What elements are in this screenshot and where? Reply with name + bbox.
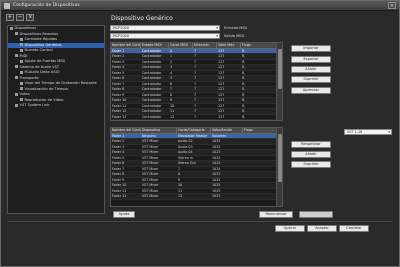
- page-title: Dispositivo Genérico: [111, 15, 173, 22]
- table-body: Fader 1 Ninguno Mezclador Master Volumen Fad…: [111, 133, 276, 200]
- device-icon: [20, 59, 23, 63]
- table-row[interactable]: Fader 13 Controlador 12 7 127 R,: [111, 114, 276, 120]
- table-cell: 12: [178, 194, 183, 198]
- bank-assignments-table: Nombre del Control Dispositivo Canal/Categ…: [110, 127, 283, 207]
- table-cell: [243, 194, 278, 200]
- apply-button-top[interactable]: [299, 211, 333, 218]
- tree-item-label: Vídeo: [19, 92, 30, 96]
- tree-item-label: Dispositivo Genérico: [24, 42, 62, 47]
- table-scrollbar[interactable]: [276, 43, 282, 120]
- apply-button[interactable]: Aplicar: [275, 225, 305, 232]
- remove-device-button[interactable]: −: [16, 14, 25, 21]
- device-icon: [20, 37, 23, 41]
- table-cell: Fader 12: [112, 194, 127, 198]
- chevron-down-icon: ▾: [216, 34, 218, 38]
- control-button[interactable]: Suprimir: [291, 76, 331, 83]
- table-cell: Controlador: [142, 114, 162, 119]
- midi-output-value: MCP2000: [113, 34, 129, 38]
- bank-select-value: VST 1-16: [347, 130, 363, 134]
- title-bar[interactable]: Configuración de Dispositivos ×: [1, 1, 399, 11]
- device-icon: [20, 43, 23, 46]
- midi-input-select[interactable]: MCP2000 ▾: [110, 25, 220, 31]
- tree-item-label: Transporte: [19, 75, 39, 80]
- device-icon: [15, 32, 18, 35]
- control-button[interactable]: Exportar: [291, 56, 331, 63]
- table-cell: 1025: [212, 194, 221, 198]
- tree-item-label: Nuendo Control: [24, 48, 53, 52]
- reset-device-button[interactable]: x: [26, 14, 35, 21]
- bank-select[interactable]: VST 1-16 ▾: [344, 129, 392, 135]
- device-icon: [15, 54, 18, 57]
- tree-item-label: Dispositivos: [14, 26, 37, 30]
- control-button[interactable]: Aprender: [291, 87, 331, 94]
- control-button[interactable]: Importar: [291, 45, 331, 52]
- tree-item-label: M-Audio Delta ASIO: [24, 70, 60, 74]
- bank-button[interactable]: Renombrar: [291, 141, 331, 148]
- device-icon: [20, 48, 23, 52]
- ok-button[interactable]: Aceptar: [307, 225, 337, 232]
- scrollbar-thumb[interactable]: [278, 134, 282, 182]
- table-cell: 12: [170, 114, 175, 119]
- midi-output-select[interactable]: MCP2000 ▾: [110, 33, 220, 39]
- tree-item[interactable]: VST System Link: [8, 103, 104, 109]
- table-cell: R,: [242, 114, 246, 119]
- device-icon: [20, 87, 23, 90]
- table-cell: 7: [194, 114, 197, 119]
- device-icon: [10, 26, 13, 30]
- device-setup-window: Configuración de Dispositivos × + − x Di…: [0, 0, 400, 267]
- table-cell: VST Mixer: [142, 194, 159, 198]
- device-icon: [20, 81, 23, 85]
- divider: [7, 221, 393, 222]
- device-tree: Dispositivos Dispositivos Remotos Controle…: [7, 25, 105, 214]
- device-icon: [15, 65, 18, 68]
- tree-item-label: Reproductor de Vídeo: [24, 97, 64, 102]
- chevron-down-icon: ▾: [388, 130, 390, 134]
- midi-output-label: Salida MIDI: [224, 34, 245, 38]
- midi-input-value: MCP2000: [113, 26, 129, 30]
- table-scrollbar[interactable]: [276, 128, 282, 206]
- tree-item-label: Controles Rápidos: [24, 37, 57, 41]
- close-button[interactable]: ×: [388, 2, 396, 9]
- midi-controls-table: Nombre del Control Estado MIDI Canal MIDI D…: [110, 42, 283, 121]
- midi-input-label: Entrada MIDI: [224, 26, 248, 30]
- tree-item-label: Sistema de Audio VST: [19, 64, 60, 69]
- device-toolbar: + − x: [6, 14, 35, 22]
- add-device-button[interactable]: +: [6, 14, 14, 21]
- tree-item-label: Visor del Tiempo de Grabación Restante: [24, 81, 97, 85]
- tree-item-label: MIDI: [19, 53, 28, 58]
- device-icon: [15, 103, 18, 107]
- chevron-down-icon: ▾: [216, 26, 218, 30]
- scrollbar-thumb[interactable]: [278, 49, 282, 89]
- table-body: Fader 1 Controlador 0 7 127 R, Fader 2 Controla…: [111, 48, 276, 120]
- tree-item-label: Ajuste de Puertos MIDI: [24, 59, 66, 63]
- tree-item-label: Visualización de Tiempo: [24, 86, 68, 91]
- window-title: Configuración de Dispositivos: [13, 3, 80, 8]
- control-button[interactable]: Añadir: [291, 66, 331, 73]
- device-icon: [20, 70, 23, 74]
- bank-button[interactable]: Añadir: [291, 151, 331, 158]
- table-row[interactable]: Fader 12 VST Mixer 12 1025: [111, 194, 276, 200]
- reset-button[interactable]: Reinicializar: [259, 211, 293, 218]
- help-button[interactable]: Ayuda: [113, 211, 135, 218]
- tree-item-label: Dispositivos Remotos: [19, 31, 58, 36]
- tree-item-label: VST System Link: [19, 103, 50, 107]
- device-icon: [15, 92, 18, 96]
- device-icon: [15, 76, 18, 79]
- cancel-button[interactable]: Cancelar: [339, 225, 369, 232]
- device-icon: [20, 98, 23, 101]
- bank-button[interactable]: Suprimir: [291, 161, 331, 168]
- table-cell: 127: [218, 114, 225, 119]
- app-icon: [4, 3, 10, 9]
- table-cell: Fader 13: [112, 114, 127, 119]
